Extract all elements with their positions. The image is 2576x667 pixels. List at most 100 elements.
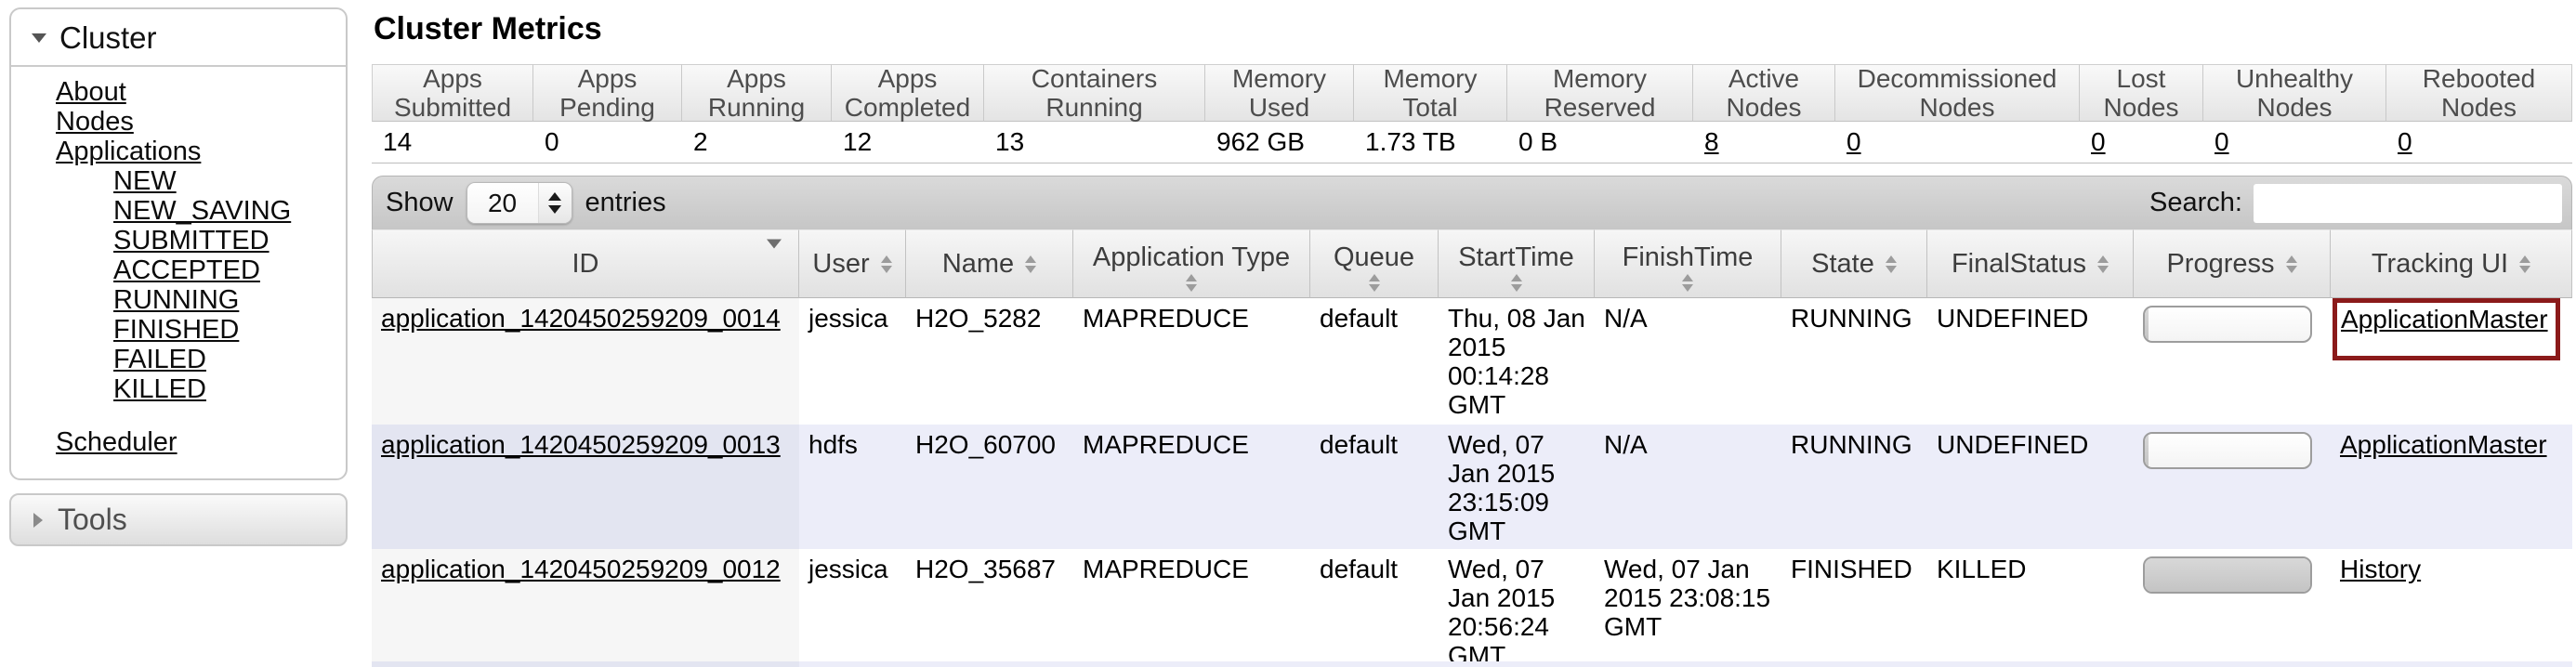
tools-section-title: Tools [58, 503, 127, 537]
stepper-down-icon [548, 205, 561, 214]
metric-link-lost-nodes[interactable]: 0 [2091, 127, 2106, 156]
yarn-cluster-page: Cluster About Nodes Applications NEW NEW… [0, 0, 2576, 667]
sort-icon [2097, 255, 2109, 273]
finishtime-cell: N/A [1595, 298, 1781, 425]
cluster-nav: About Nodes Applications NEW NEW_SAVING … [11, 67, 346, 478]
application-id-link[interactable]: application_1420450259209_0014 [381, 304, 781, 333]
metric-header-memory-reserved: Memory Reserved [1507, 64, 1693, 122]
expand-arrow-icon [33, 513, 43, 528]
sidebar-link-state-finished[interactable]: FINISHED [113, 316, 239, 345]
metric-value-apps-running: 2 [682, 122, 832, 163]
sidebar-link-state-new-saving[interactable]: NEW_SAVING [113, 197, 291, 226]
finalstatus-cell: KILLED [1927, 549, 2134, 661]
queue-cell: default [1310, 425, 1439, 549]
application-id-link[interactable]: application_1420450259209_0012 [381, 555, 781, 583]
queue-cell: default [1310, 549, 1439, 661]
application-type-cell: MAPREDUCE [1073, 298, 1310, 425]
metric-link-decommissioned-nodes[interactable]: 0 [1847, 127, 1861, 156]
name-cell: H2O_35687 [906, 549, 1073, 661]
progress-cell [2134, 549, 2331, 661]
tracking-ui-link[interactable]: ApplicationMaster [2341, 305, 2548, 334]
table-row: application_1420450259209_0012 jessica H… [372, 549, 2572, 661]
queue-cell: default [1310, 298, 1439, 425]
state-cell: FINISHED [1781, 549, 1927, 661]
finalstatus-cell: UNDEFINED [1927, 298, 2134, 425]
tools-section-toggle[interactable]: Tools [9, 493, 348, 546]
column-header-queue[interactable]: Queue [1310, 229, 1439, 298]
stepper-icon[interactable] [538, 183, 572, 223]
column-header-user[interactable]: User [799, 229, 906, 298]
application-type-cell: MAPREDUCE [1073, 425, 1310, 549]
sidebar-link-state-killed[interactable]: KILLED [113, 375, 206, 404]
column-header-finishtime[interactable]: FinishTime [1595, 229, 1781, 298]
annotation-highlight-box: ApplicationMaster [2333, 298, 2560, 360]
table-toolbar: Show 20 entries Search: [372, 176, 2572, 229]
cluster-metrics-header-row: Apps Submitted Apps Pending Apps Running… [372, 64, 2572, 122]
metric-header-memory-total: Memory Total [1354, 64, 1507, 122]
entries-select-value: 20 [467, 183, 538, 223]
progress-cell [2134, 425, 2331, 549]
sidebar-link-state-running[interactable]: RUNNING [113, 286, 239, 315]
sidebar-link-state-new[interactable]: NEW [113, 167, 177, 196]
entries-label: entries [585, 188, 666, 218]
metric-value-apps-submitted: 14 [372, 122, 533, 163]
name-cell: H2O_5282 [906, 298, 1073, 425]
starttime-cell: Wed, 07 Jan 2015 23:15:09 GMT [1439, 425, 1595, 549]
sort-icon [1025, 255, 1036, 273]
column-header-finalstatus[interactable]: FinalStatus [1927, 229, 2134, 298]
sidebar-link-state-submitted[interactable]: SUBMITTED [113, 227, 269, 255]
sidebar-link-state-failed[interactable]: FAILED [113, 346, 206, 374]
tracking-ui-link[interactable]: ApplicationMaster [2340, 430, 2547, 459]
sidebar-link-nodes[interactable]: Nodes [56, 108, 134, 137]
tracking-ui-cell: History [2331, 549, 2572, 661]
metric-link-unhealthy-nodes[interactable]: 0 [2215, 127, 2229, 156]
sidebar-link-applications[interactable]: Applications [56, 137, 201, 166]
starttime-cell: Wed, 07 Jan 2015 20:56:24 GMT [1439, 549, 1595, 661]
metric-header-apps-running: Apps Running [682, 64, 832, 122]
progress-bar-fill [2145, 434, 2149, 467]
entries-select[interactable]: 20 [467, 182, 572, 224]
cluster-section-toggle[interactable]: Cluster [11, 9, 346, 67]
metric-value-apps-pending: 0 [533, 122, 682, 163]
table-row: application_1420450259209_0013 hdfs H2O_… [372, 425, 2572, 549]
table-row: application_1420450259209_0014 jessica H… [372, 298, 2572, 425]
metric-header-apps-completed: Apps Completed [832, 64, 984, 122]
sidebar-link-about[interactable]: About [56, 78, 126, 107]
sidebar-link-state-accepted[interactable]: ACCEPTED [113, 256, 260, 285]
show-label: Show [386, 188, 453, 218]
sidebar-link-scheduler[interactable]: Scheduler [56, 428, 177, 457]
application-id-link[interactable]: application_1420450259209_0013 [381, 430, 781, 459]
sort-icon [1886, 255, 1897, 273]
main-content: Cluster Metrics Apps Submitted Apps Pend… [372, 0, 2572, 667]
progress-bar-fill [2145, 558, 2310, 592]
stepper-up-icon [548, 192, 561, 201]
progress-cell [2134, 298, 2331, 425]
column-header-tracking-ui[interactable]: Tracking UI [2331, 229, 2572, 298]
tracking-ui-link[interactable]: History [2340, 555, 2421, 583]
column-header-progress[interactable]: Progress [2134, 229, 2331, 298]
cluster-metrics-table: Apps Submitted Apps Pending Apps Running… [372, 64, 2572, 163]
finishtime-cell: Wed, 07 Jan 2015 23:08:15 GMT [1595, 549, 1781, 661]
metric-link-active-nodes[interactable]: 8 [1704, 127, 1719, 156]
metric-header-rebooted-nodes: Rebooted Nodes [2386, 64, 2572, 122]
search-input[interactable] [2254, 184, 2562, 223]
application-type-cell: MAPREDUCE [1073, 549, 1310, 661]
column-header-application-type[interactable]: Application Type [1073, 229, 1310, 298]
starttime-cell: Thu, 08 Jan 2015 00:14:28 GMT [1439, 298, 1595, 425]
column-header-id-label: ID [572, 249, 599, 280]
metric-header-apps-submitted: Apps Submitted [372, 64, 533, 122]
page-title: Cluster Metrics [374, 11, 2572, 47]
progress-bar [2143, 556, 2312, 594]
page-length-control: Show 20 entries [386, 182, 666, 224]
column-header-state[interactable]: State [1781, 229, 1927, 298]
column-header-id[interactable]: ID [372, 229, 799, 298]
column-header-name[interactable]: Name [906, 229, 1073, 298]
metric-link-rebooted-nodes[interactable]: 0 [2398, 127, 2412, 156]
metric-header-apps-pending: Apps Pending [533, 64, 682, 122]
column-header-starttime[interactable]: StartTime [1439, 229, 1595, 298]
sort-icon [1511, 274, 1522, 292]
user-cell: jessica [799, 298, 906, 425]
applications-table-header: ID User Name Application Type Queue [372, 229, 2572, 298]
sort-icon [1682, 274, 1693, 292]
table-row-partial [372, 661, 2572, 667]
